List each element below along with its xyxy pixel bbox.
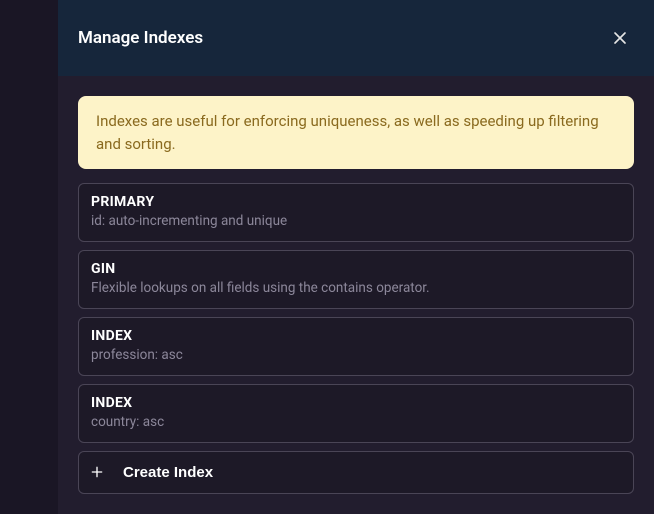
panel-content: Indexes are useful for enforcing uniquen…: [58, 76, 654, 514]
index-card-profession[interactable]: INDEX profession: asc: [78, 317, 634, 376]
index-description: country: asc: [91, 413, 621, 432]
index-name: PRIMARY: [91, 194, 621, 210]
close-button[interactable]: [606, 24, 634, 52]
index-description: Flexible lookups on all fields using the…: [91, 279, 621, 298]
index-name: INDEX: [91, 328, 621, 344]
create-index-label: Create Index: [123, 464, 213, 481]
index-name: INDEX: [91, 395, 621, 411]
panel-header: Manage Indexes: [58, 0, 654, 76]
plus-icon: [89, 464, 105, 480]
index-card-country[interactable]: INDEX country: asc: [78, 384, 634, 443]
index-description: id: auto-incrementing and unique: [91, 212, 621, 231]
manage-indexes-panel: Manage Indexes Indexes are useful for en…: [58, 0, 654, 509]
index-name: GIN: [91, 261, 621, 277]
index-description: profession: asc: [91, 346, 621, 365]
panel-title: Manage Indexes: [78, 28, 203, 48]
index-card-primary[interactable]: PRIMARY id: auto-incrementing and unique: [78, 183, 634, 242]
index-list: PRIMARY id: auto-incrementing and unique…: [78, 183, 634, 494]
info-banner: Indexes are useful for enforcing uniquen…: [78, 96, 634, 169]
close-icon: [610, 28, 630, 48]
index-card-gin[interactable]: GIN Flexible lookups on all fields using…: [78, 250, 634, 309]
create-index-button[interactable]: Create Index: [78, 451, 634, 494]
